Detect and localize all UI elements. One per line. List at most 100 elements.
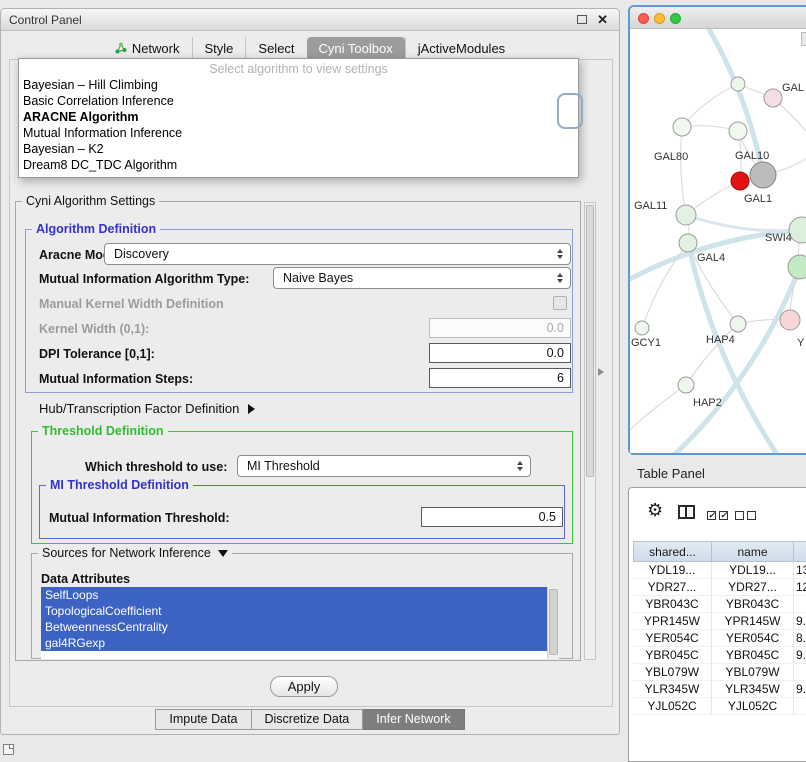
table-cell[interactable]: YLR345W — [712, 681, 794, 698]
table-cell[interactable]: YBL079W — [712, 664, 794, 681]
tab-infer-network[interactable]: Infer Network — [363, 709, 464, 730]
network-node[interactable] — [673, 118, 691, 136]
gear-icon[interactable]: ⚙ — [647, 500, 663, 520]
attribute-item[interactable]: TopologicalCoefficient — [41, 603, 547, 619]
network-canvas[interactable]: GALGAL80GAL10GAL1GAL11SWI4GAL4HAP4GCY1YH… — [630, 29, 806, 453]
aracne-mode-select[interactable]: Discovery — [104, 243, 571, 265]
scrollbar-thumb[interactable] — [549, 589, 558, 655]
table-cell[interactable]: YBL079W — [633, 664, 712, 681]
table-cell[interactable]: YDL19... — [633, 562, 712, 579]
mi-algorithm-type-select[interactable]: Naive Bayes — [273, 267, 571, 289]
sources-toggle[interactable]: Sources for Network Inference — [38, 546, 232, 560]
tab-network[interactable]: Network — [103, 37, 192, 59]
mi-steps-field[interactable]: 6 — [429, 368, 571, 388]
table-cell[interactable]: 13 — [794, 562, 806, 579]
tab-discretize-data[interactable]: Discretize Data — [252, 709, 364, 730]
table-row[interactable]: YDL19...YDL19...13 — [633, 562, 806, 579]
network-node[interactable] — [679, 234, 697, 252]
tab-select[interactable]: Select — [245, 37, 306, 59]
table-row[interactable]: YJL052CYJL052C — [633, 698, 806, 715]
network-node[interactable] — [788, 255, 806, 279]
table-cell[interactable] — [794, 664, 806, 681]
attribute-item[interactable]: gal4RGexp — [41, 635, 547, 651]
table-cell[interactable]: YPR145W — [712, 613, 794, 630]
table-cell[interactable]: YBR045C — [633, 647, 712, 664]
table-cell[interactable]: YDR27... — [633, 579, 712, 596]
table-cell[interactable]: YJL052C — [633, 698, 712, 715]
network-edge[interactable] — [670, 267, 800, 453]
table-cell[interactable]: YLR345W — [633, 681, 712, 698]
tab-jactivemodules[interactable]: jActiveModules — [405, 37, 517, 59]
network-node[interactable] — [730, 316, 746, 332]
column-header-cut[interactable] — [794, 541, 806, 562]
deselect-all-columns-icon[interactable] — [735, 507, 759, 525]
table-cell[interactable]: YJL052C — [712, 698, 794, 715]
kernel-width-field[interactable]: 0.0 — [429, 318, 571, 338]
control-panel-titlebar[interactable]: Control Panel — [1, 9, 619, 31]
dpi-tolerance-field[interactable]: 0.0 — [429, 343, 571, 363]
select-all-columns-icon[interactable] — [707, 507, 731, 525]
tab-style[interactable]: Style — [192, 37, 246, 59]
network-node[interactable] — [764, 89, 782, 107]
restore-panel-icon[interactable] — [3, 744, 14, 755]
table-cell[interactable]: 9. — [794, 613, 806, 630]
panel-collapse-arrow[interactable] — [598, 368, 604, 376]
network-node[interactable] — [731, 77, 745, 91]
table-row[interactable]: YLR345WYLR345W9. — [633, 681, 806, 698]
which-threshold-select[interactable]: MI Threshold — [237, 455, 531, 477]
table-row[interactable]: YBL079WYBL079W — [633, 664, 806, 681]
table-cell[interactable]: YBR043C — [633, 596, 712, 613]
columns-icon[interactable] — [678, 505, 695, 519]
table-cell[interactable] — [794, 596, 806, 613]
network-edge[interactable] — [682, 84, 738, 127]
table-cell[interactable]: 9. — [794, 681, 806, 698]
close-traffic-light[interactable] — [638, 13, 649, 24]
network-node[interactable] — [678, 377, 694, 393]
network-node[interactable] — [729, 122, 747, 140]
table-cell[interactable]: 8. — [794, 630, 806, 647]
network-scrollbar[interactable] — [801, 32, 806, 46]
table-cell[interactable]: 9. — [794, 647, 806, 664]
table-cell[interactable]: YBR043C — [712, 596, 794, 613]
network-window-titlebar[interactable] — [630, 7, 806, 29]
list-scrollbar[interactable] — [547, 587, 559, 659]
close-window-icon[interactable]: ✕ — [597, 11, 608, 29]
network-edge[interactable] — [630, 385, 686, 444]
zoom-traffic-light[interactable] — [670, 13, 681, 24]
network-node[interactable] — [635, 321, 649, 335]
column-header-name[interactable]: name — [712, 541, 794, 562]
data-attributes-list[interactable]: SelfLoops TopologicalCoefficient Between… — [41, 587, 559, 659]
hub-definition-toggle[interactable]: Hub/Transcription Factor Definition — [39, 401, 255, 416]
network-node[interactable] — [780, 310, 800, 330]
table-cell[interactable]: YER054C — [633, 630, 712, 647]
table-row[interactable]: YBR043CYBR043C — [633, 596, 806, 613]
minimize-traffic-light[interactable] — [654, 13, 665, 24]
attribute-item[interactable]: SelfLoops — [41, 587, 547, 603]
network-edge[interactable] — [688, 243, 780, 453]
scrollbar-thumb[interactable] — [586, 205, 594, 477]
network-edge[interactable] — [681, 127, 686, 215]
network-node[interactable] — [750, 162, 776, 188]
algorithm-combo-fragment[interactable] — [557, 93, 583, 129]
settings-scrollbar[interactable] — [584, 202, 596, 660]
algorithm-option-selected[interactable]: ARACNE Algorithm — [19, 109, 578, 125]
algorithm-option[interactable]: Bayesian – Hill Climbing — [19, 77, 578, 93]
table-cell[interactable]: YDL19... — [712, 562, 794, 579]
algorithm-option[interactable]: Basic Correlation Inference — [19, 93, 578, 109]
algorithm-option[interactable]: Bayesian – K2 — [19, 141, 578, 157]
algorithm-option[interactable]: Mutual Information Inference — [19, 125, 578, 141]
tab-impute-data[interactable]: Impute Data — [155, 709, 251, 730]
column-header-shared-name[interactable]: shared... — [633, 541, 712, 562]
algorithm-option[interactable]: Dream8 DC_TDC Algorithm — [19, 157, 578, 173]
table-row[interactable]: YBR045CYBR045C9. — [633, 647, 806, 664]
table-cell[interactable]: YPR145W — [633, 613, 712, 630]
table-cell[interactable]: YDR27... — [712, 579, 794, 596]
network-node[interactable] — [676, 205, 696, 225]
table-cell[interactable]: YER054C — [712, 630, 794, 647]
table-cell[interactable]: YBR045C — [712, 647, 794, 664]
float-window-icon[interactable] — [577, 15, 587, 24]
mi-threshold-field[interactable]: 0.5 — [421, 507, 563, 527]
table-row[interactable]: YPR145WYPR145W9. — [633, 613, 806, 630]
apply-button[interactable]: Apply — [270, 676, 338, 697]
attribute-item[interactable]: BetweennessCentrality — [41, 619, 547, 635]
